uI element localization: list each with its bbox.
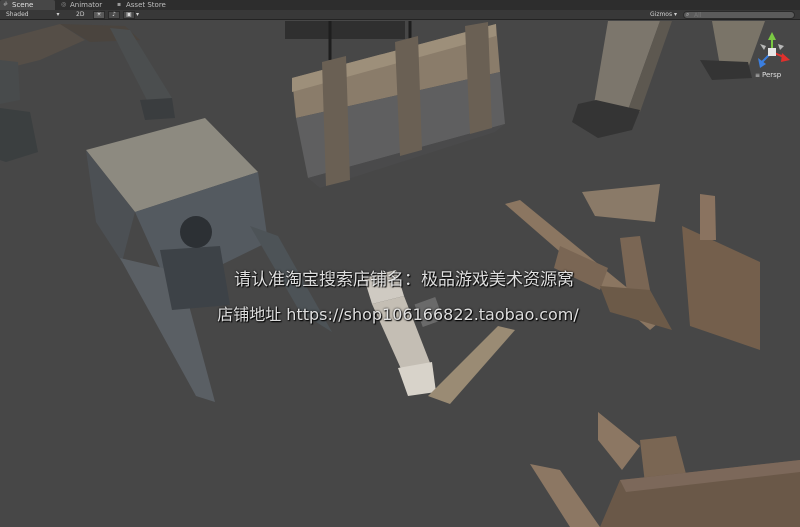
x-axis-cone[interactable] — [781, 53, 790, 62]
tab-scene-label: Scene — [12, 1, 34, 9]
spiked-barricade-model[interactable] — [530, 412, 800, 527]
tab-animator-label: Animator — [70, 1, 103, 9]
speaker-icon: ♪ — [112, 11, 116, 18]
tab-asset-store[interactable]: ▪ Asset Store — [114, 0, 174, 10]
watermark-line-1: 请认准淘宝搜索店铺名：极品游戏美术资源窝 — [234, 270, 574, 290]
tab-asset-store-label: Asset Store — [126, 1, 166, 9]
chevron-down-icon: ▾ — [136, 11, 140, 18]
grid-icon: # — [3, 1, 9, 8]
lighting-toggle[interactable]: ☀ — [93, 11, 105, 19]
projection-toggle[interactable]: Persp — [762, 71, 781, 79]
draw-mode-dropdown[interactable]: Shaded ▾ — [6, 10, 60, 19]
y-axis-cone[interactable] — [768, 32, 776, 40]
gizmos-dropdown[interactable]: Gizmos ▾ — [650, 10, 677, 19]
mode-2d-toggle[interactable]: 2D — [76, 10, 84, 19]
gizmo-center-cube[interactable] — [768, 48, 776, 56]
watermark-line-2: 店铺地址 https://shop106166822.taobao.com/ — [217, 305, 579, 324]
search-input[interactable] — [694, 11, 792, 19]
effects-dropdown[interactable]: ▣ — [123, 11, 135, 19]
tab-animator[interactable]: ◎ Animator — [58, 0, 114, 10]
image-icon: ▣ — [126, 11, 132, 18]
search-icon: ⌕ — [686, 11, 690, 18]
scene-toolbar: Shaded ▾ 2D ☀ ♪ ▣ ▾ Gizmos ▾ ⌕ — [0, 10, 800, 20]
wooden-plank-model[interactable] — [428, 326, 515, 404]
chevron-down-icon: ▾ — [56, 11, 60, 18]
animator-icon: ◎ — [61, 1, 67, 8]
stone-pillar-model[interactable] — [572, 21, 765, 138]
gizmos-label: Gizmos — [650, 11, 673, 18]
wooden-wall-model[interactable] — [285, 21, 505, 188]
sun-icon: ☀ — [96, 11, 102, 18]
audio-toggle[interactable]: ♪ — [108, 11, 120, 19]
chevron-down-icon: ▾ — [674, 11, 678, 18]
stone-pedestal-model[interactable] — [86, 118, 332, 402]
store-icon: ▪ — [117, 1, 122, 8]
mode-2d-label: 2D — [76, 11, 85, 18]
scene-search[interactable]: ⌕ — [683, 11, 795, 19]
scene-viewport[interactable]: 请认准淘宝搜索店铺名：极品游戏美术资源窝 店铺地址 https://shop10… — [0, 21, 800, 527]
draw-mode-label: Shaded — [6, 11, 29, 18]
editor-tab-bar: # Scene ◎ Animator ▪ Asset Store — [0, 0, 800, 10]
perspective-icon: ≡ — [755, 72, 761, 79]
tab-scene[interactable]: # Scene — [0, 0, 55, 10]
